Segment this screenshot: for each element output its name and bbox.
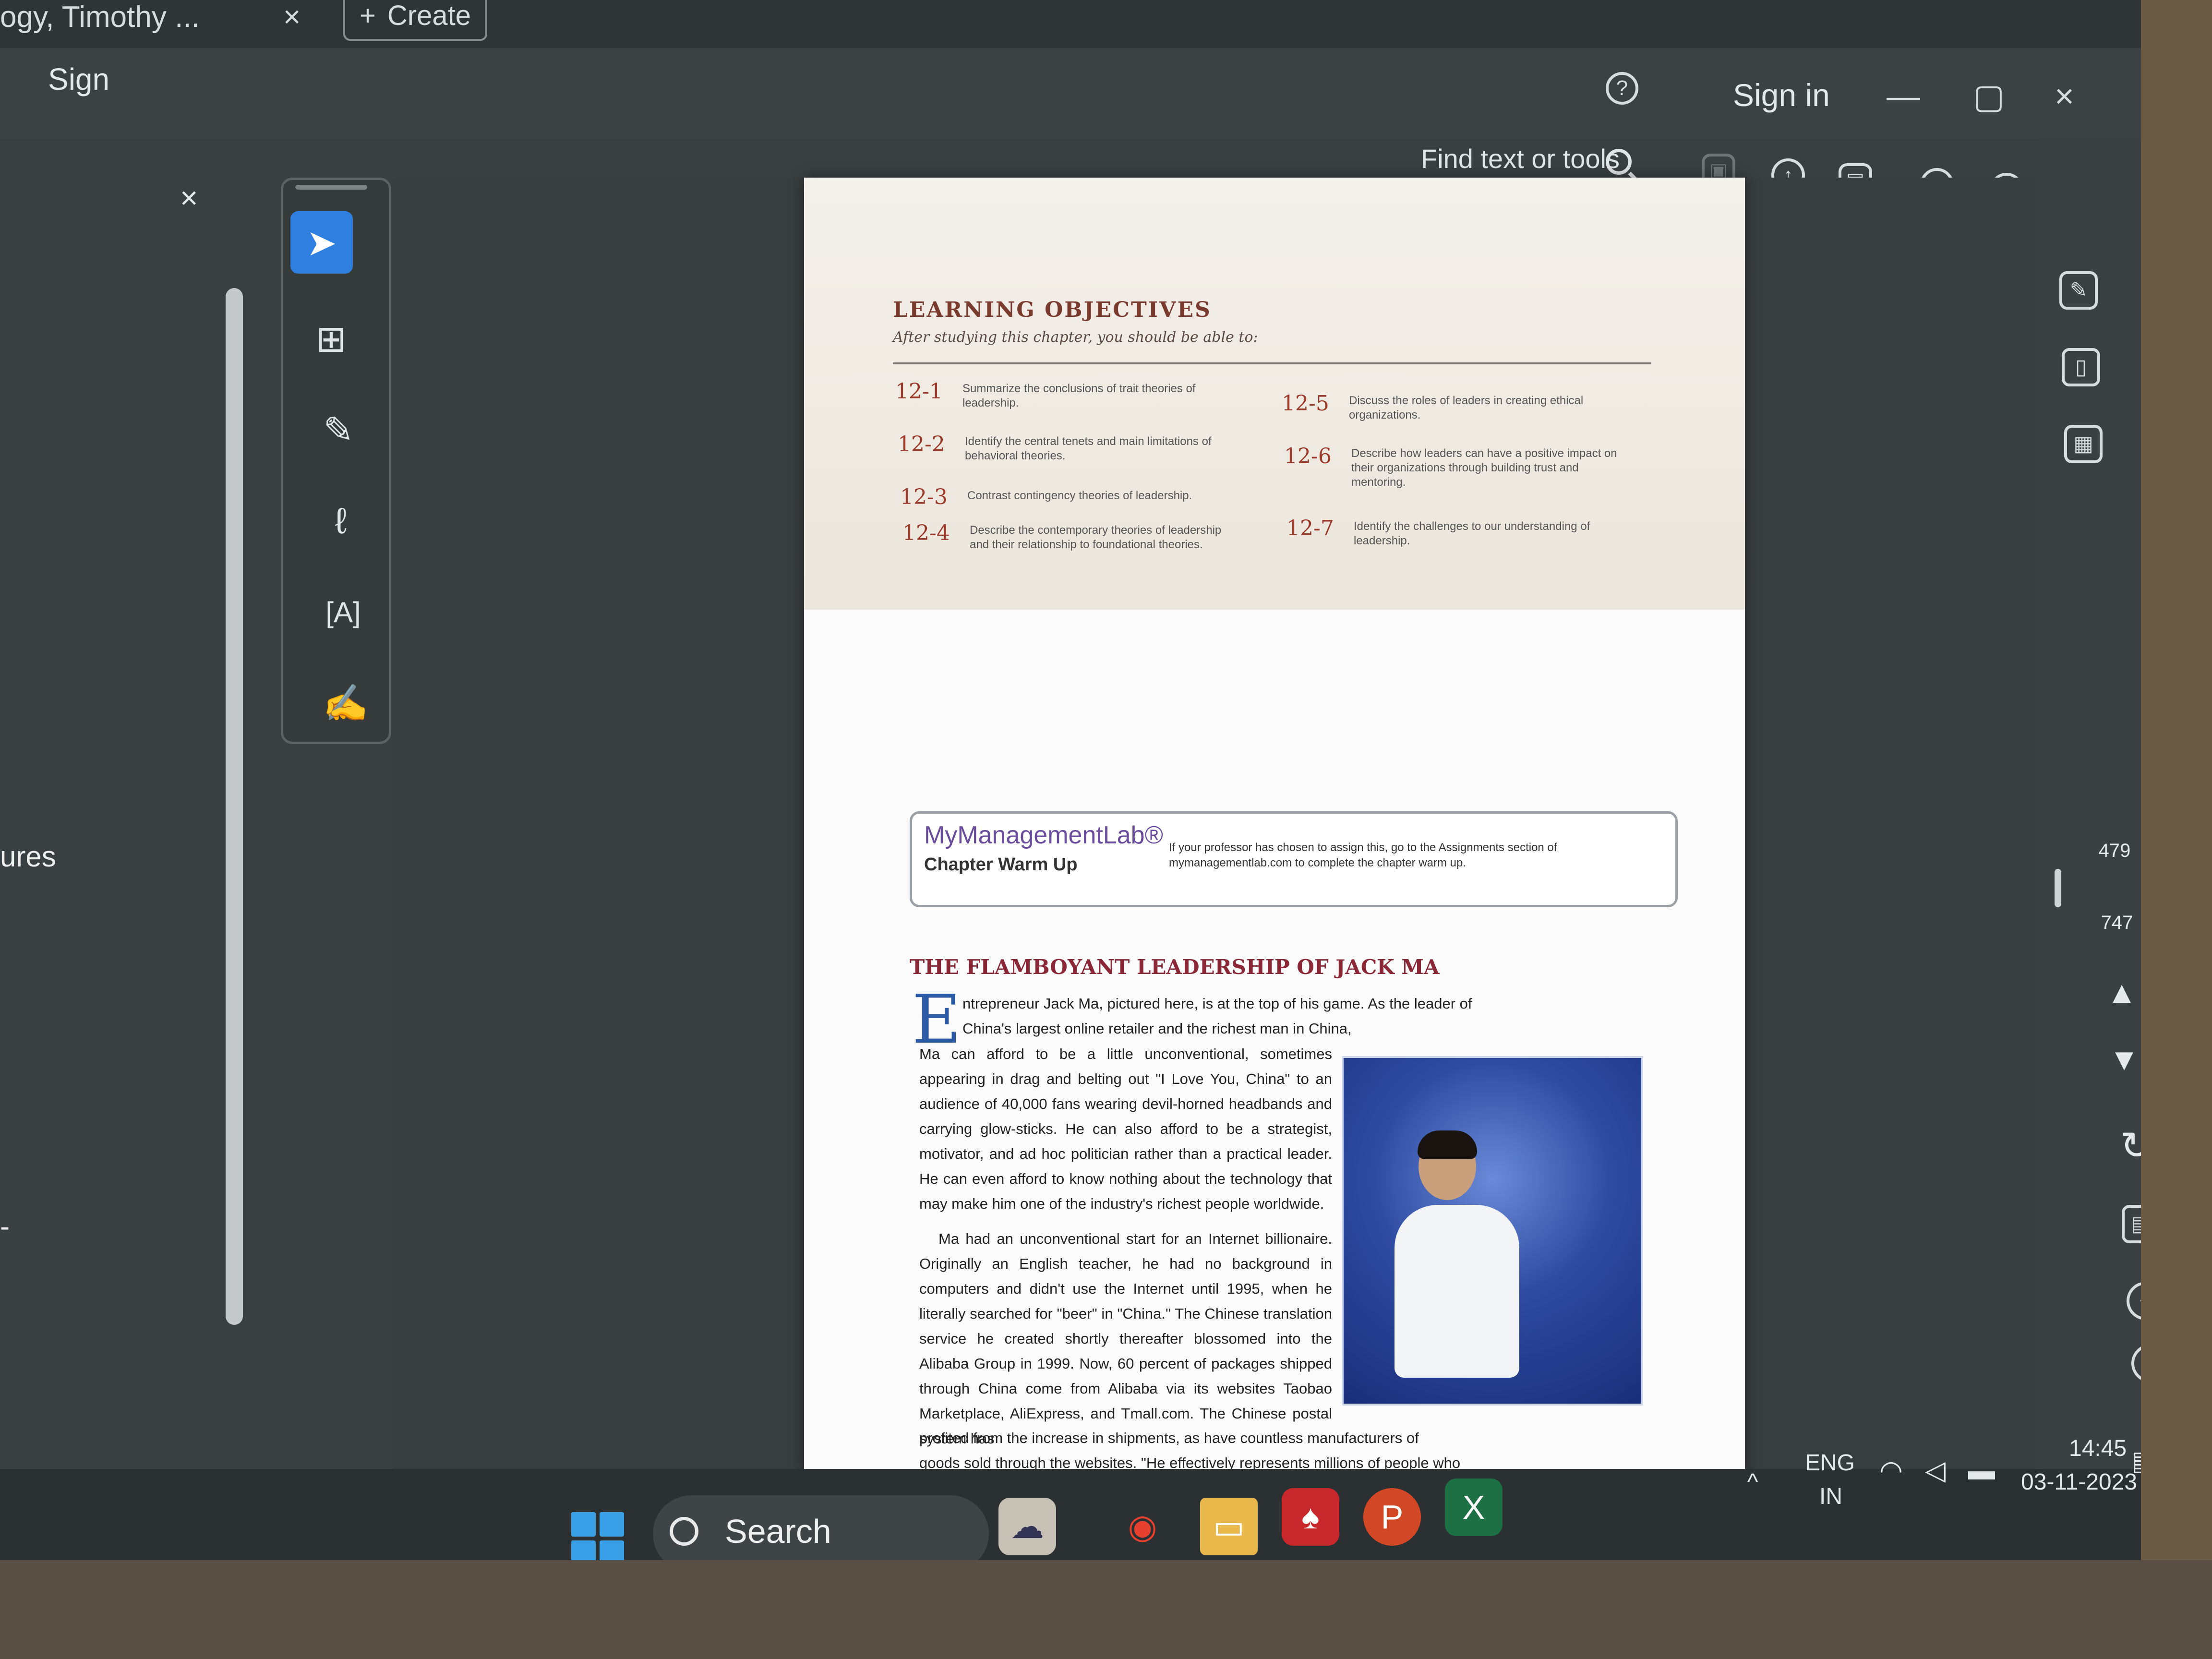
screen-bezel-right: [2141, 0, 2212, 1659]
create-button[interactable]: + Create: [343, 0, 487, 41]
taskbar-search-icon: [670, 1517, 698, 1546]
excel-icon[interactable]: X: [1445, 1479, 1503, 1536]
close-panel-icon[interactable]: ×: [180, 180, 198, 216]
create-button-label: Create: [387, 0, 471, 31]
comment-tool-icon[interactable]: ✎: [2059, 271, 2098, 310]
text-box-icon[interactable]: [A]: [312, 581, 374, 643]
minimize-icon[interactable]: —: [1887, 77, 1920, 115]
photo-person-hair: [1418, 1130, 1477, 1159]
objective-text: Contrast contingency theories of leaders…: [967, 489, 1192, 502]
next-page-icon[interactable]: ▼: [2105, 1042, 2143, 1077]
body-paragraph-opening: ntrepreneur Jack Ma, pictured here, is a…: [962, 995, 1472, 1037]
document-tab-title[interactable]: ogy, Timothy ...: [0, 0, 200, 34]
mymanagementlab-description: If your professor has chosen to assign t…: [1169, 841, 1557, 869]
objective-text: Identify the challenges to our understan…: [1354, 520, 1590, 547]
objective-text: Describe the contemporary theories of le…: [970, 524, 1222, 551]
left-panel-label-2[interactable]: -: [0, 1210, 10, 1243]
objective-text: Identify the central tenets and main lim…: [965, 435, 1212, 462]
right-rail: [2040, 139, 2141, 1512]
sign-pen-icon[interactable]: ✍: [314, 672, 377, 734]
select-tool-icon[interactable]: ➤: [290, 211, 353, 274]
battery-icon[interactable]: ▬: [1968, 1455, 1995, 1486]
body-paragraph-1: Ma can afford to be a little unconventio…: [919, 1046, 1332, 1212]
menu-sign[interactable]: Sign: [48, 61, 109, 97]
learning-objectives-title: LEARNING OBJECTIVES: [893, 298, 1212, 322]
left-panel-label[interactable]: ures: [0, 840, 56, 873]
help-icon[interactable]: ?: [1606, 72, 1638, 105]
widgets-icon[interactable]: ☁: [998, 1498, 1056, 1555]
objective-text: Discuss the roles of leaders in creating…: [1349, 394, 1584, 421]
objective-text: Describe how leaders can have a positive…: [1351, 447, 1617, 489]
objective-number: 12-7: [1286, 516, 1334, 541]
taskbar-search-label: Search: [725, 1513, 831, 1550]
body-paragraph-3: profited from the increase in shipments,…: [919, 1430, 1461, 1471]
left-panel-scrollbar[interactable]: [226, 288, 243, 1325]
language-region[interactable]: IN: [1819, 1483, 1842, 1510]
acrobat-icon[interactable]: ♠: [1282, 1488, 1339, 1546]
body-paragraph-2: Ma had an unconventional start for an In…: [919, 1230, 1332, 1447]
clock-time[interactable]: 14:45: [2069, 1435, 2127, 1462]
screen-bezel-bottom: [0, 1560, 2212, 1659]
language-indicator[interactable]: ENG: [1805, 1450, 1855, 1476]
windows-start-icon[interactable]: [571, 1512, 624, 1565]
wifi-icon[interactable]: ◠: [1879, 1455, 1903, 1486]
page-scroll-handle[interactable]: [2055, 869, 2061, 907]
learning-objectives-subtitle: After studying this chapter, you should …: [893, 329, 1258, 346]
chapter-warm-up-label[interactable]: Chapter Warm Up: [924, 854, 1078, 875]
close-window-icon[interactable]: ×: [2055, 77, 2074, 115]
thumbnails-icon[interactable]: ▦: [2064, 425, 2103, 463]
plus-icon: +: [360, 0, 376, 31]
add-comment-icon[interactable]: ⊞: [300, 307, 362, 370]
case-title: THE FLAMBOYANT LEADERSHIP OF JACK MA: [910, 955, 1440, 979]
volume-icon[interactable]: ◁: [1925, 1455, 1946, 1486]
objective-number: 12-3: [900, 485, 948, 509]
total-pages: 747: [2101, 912, 2133, 933]
objective-number: 12-5: [1282, 391, 1329, 416]
bookmark-icon[interactable]: ▯: [2062, 348, 2100, 386]
objective-number: 12-6: [1284, 444, 1332, 469]
highlight-pen-icon[interactable]: ✎: [307, 398, 370, 461]
file-explorer-icon[interactable]: ▭: [1200, 1498, 1258, 1555]
palette-grip-handle[interactable]: [295, 185, 367, 190]
find-text-or-tools[interactable]: Find text or tools: [1421, 143, 1620, 174]
objective-number: 12-1: [895, 379, 943, 404]
tray-chevron-icon[interactable]: ^: [1747, 1469, 1758, 1495]
sign-in-button[interactable]: Sign in: [1733, 77, 1830, 113]
photo-person-body: [1395, 1205, 1519, 1378]
title-bar: [0, 0, 2141, 48]
search-icon[interactable]: [1606, 149, 1632, 175]
objective-text: Summarize the conclusions of trait theor…: [962, 382, 1196, 409]
pdf-page[interactable]: LEARNING OBJECTIVES After studying this …: [804, 178, 1745, 1474]
current-page-number[interactable]: 479: [2086, 840, 2143, 862]
clock-date[interactable]: 03-11-2023: [2021, 1469, 2137, 1495]
draw-freehand-icon[interactable]: ℓ: [310, 490, 372, 552]
divider: [893, 362, 1651, 364]
chrome-icon[interactable]: ◉: [1114, 1498, 1171, 1555]
tab-close-icon[interactable]: ×: [283, 0, 301, 34]
powerpoint-icon[interactable]: P: [1363, 1488, 1421, 1546]
objective-number: 12-4: [902, 521, 950, 545]
maximize-icon[interactable]: ▢: [1973, 77, 2005, 116]
mymanagementlab-brand: MyManagementLab®: [924, 821, 1163, 849]
previous-page-icon[interactable]: ▲: [2103, 974, 2141, 1010]
objective-number: 12-2: [898, 432, 945, 457]
